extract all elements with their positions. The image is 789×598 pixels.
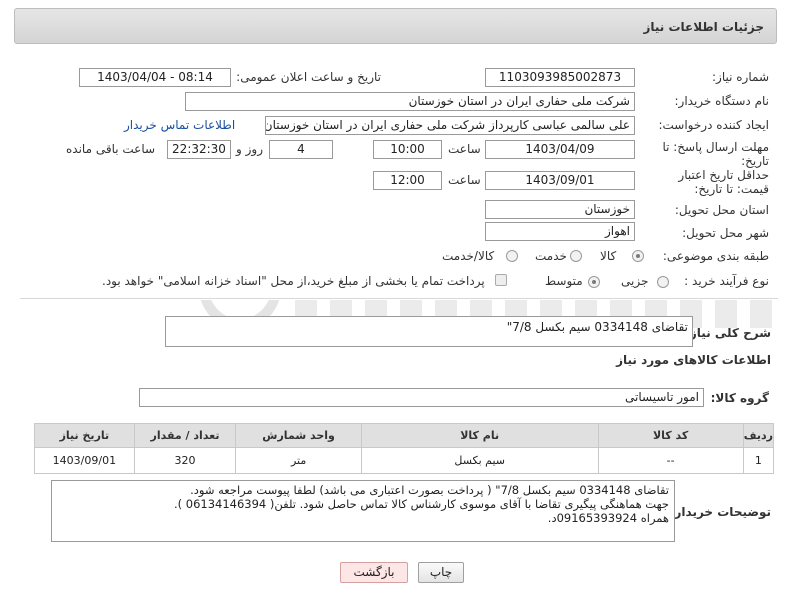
creator-field[interactable]: علی سالمی عباسی کارپرداز شرکت ملی حفاری … xyxy=(265,116,635,135)
city-label: شهر محل تحویل: xyxy=(682,226,769,240)
form-divider xyxy=(20,298,778,299)
category-service-radio[interactable] xyxy=(570,250,582,262)
reply-date-field[interactable]: 1403/04/09 xyxy=(485,140,635,159)
cell-row-number: 1 xyxy=(742,447,775,474)
page-title: جزئیات اطلاعات نیاز xyxy=(643,20,764,34)
process-minor-label: جزیی xyxy=(621,274,649,288)
announce-label: تاریخ و ساعت اعلان عمومی: xyxy=(236,70,381,84)
cell-need-date: 1403/09/01 xyxy=(34,447,135,474)
price-validity-date-field[interactable]: 1403/09/01 xyxy=(485,171,635,190)
buyer-notes-line: جهت هماهنگی پیگیری تقاضا با آقای موسوی ک… xyxy=(173,497,669,511)
treasury-payment-note: پرداخت تمام یا بخشی از مبلغ خرید،از محل … xyxy=(102,274,485,288)
process-label: نوع فرآیند خرید : xyxy=(684,274,769,288)
province-label: استان محل تحویل: xyxy=(674,203,769,217)
page-header: جزئیات اطلاعات نیاز xyxy=(14,8,777,44)
days-label: روز و xyxy=(236,142,263,156)
summary-field[interactable]: تقاضای 0334148 سیم بکسل 7/8" xyxy=(165,316,693,347)
table-row[interactable]: 1403/09/01 320 متر سیم بکسل -- 1 xyxy=(34,447,775,474)
back-button[interactable]: بازگشت xyxy=(340,562,408,583)
buyer-notes-label: توضیحات خریدار: xyxy=(669,505,771,519)
goods-group-field[interactable]: امور تاسیساتی xyxy=(139,388,704,407)
buyer-notes-field[interactable]: تقاضای 0334148 سیم بکسل 7/8" ( پرداخت بص… xyxy=(51,480,675,542)
price-validity-label: حداقل تاریخ اعتبار قیمت: تا تاریخ: xyxy=(678,168,769,196)
category-goods-radio[interactable] xyxy=(632,250,644,262)
need-number-field[interactable]: 1103093985002873 xyxy=(485,68,635,87)
cell-item-name: سیم بکسل xyxy=(360,447,599,474)
print-button[interactable]: چاپ xyxy=(418,562,464,583)
announce-datetime-field[interactable]: 1403/04/04 - 08:14 xyxy=(79,68,231,87)
buyer-notes-line: تقاضای 0334148 سیم بکسل 7/8" ( پرداخت بص… xyxy=(190,483,669,497)
time-remaining-label: ساعت باقی مانده xyxy=(66,142,156,156)
cell-unit: متر xyxy=(235,447,362,474)
category-goods-service-radio[interactable] xyxy=(506,250,518,262)
need-number-label: شماره نیاز: xyxy=(712,70,769,84)
process-medium-radio[interactable] xyxy=(588,276,600,288)
col-row-number: ردیف xyxy=(742,423,775,448)
goods-section-title: اطلاعات کالاهای مورد نیاز xyxy=(616,353,771,367)
summary-label: شرح کلی نیاز: xyxy=(685,326,771,340)
category-service-label: خدمت xyxy=(535,249,567,263)
category-goods-label: کالا xyxy=(600,249,617,263)
process-medium-label: متوسط xyxy=(545,274,583,288)
treasury-payment-checkbox[interactable] xyxy=(495,274,507,286)
col-item-code: کد کالا xyxy=(597,423,744,448)
goods-group-label: گروه کالا: xyxy=(710,391,769,405)
col-quantity: تعداد / مقدار xyxy=(133,423,237,448)
buyer-org-label: نام دستگاه خریدار: xyxy=(674,94,770,108)
reply-deadline-label: مهلت ارسال پاسخ: تا تاریخ: xyxy=(662,140,769,168)
city-field[interactable]: اهواز xyxy=(485,222,635,241)
creator-label: ایجاد کننده درخواست: xyxy=(658,118,769,132)
cell-item-code: -- xyxy=(597,447,744,474)
reply-time-field[interactable]: 10:00 xyxy=(373,140,442,159)
col-need-date: تاریخ نیاز xyxy=(34,423,135,448)
time-remaining-field[interactable]: 22:32:30 xyxy=(167,140,231,159)
buyer-contact-link[interactable]: اطلاعات تماس خریدار xyxy=(124,118,235,132)
province-field[interactable]: خوزستان xyxy=(485,200,635,219)
items-table: تاریخ نیاز تعداد / مقدار واحد شمارش نام … xyxy=(34,423,775,474)
category-label: طبقه بندی موضوعی: xyxy=(662,249,769,263)
category-goods-service-label: کالا/خدمت xyxy=(442,249,495,263)
process-minor-radio[interactable] xyxy=(657,276,669,288)
table-header-row: تاریخ نیاز تعداد / مقدار واحد شمارش نام … xyxy=(34,423,775,448)
buyer-notes-line: همراه 09165393924د. xyxy=(547,511,669,525)
price-time-label: ساعت xyxy=(448,173,481,187)
price-validity-time-field[interactable]: 12:00 xyxy=(373,171,442,190)
days-remaining-field[interactable]: 4 xyxy=(269,140,333,159)
col-unit: واحد شمارش xyxy=(235,423,362,448)
reply-time-label: ساعت xyxy=(448,142,481,156)
cell-quantity: 320 xyxy=(133,447,237,474)
buyer-org-field[interactable]: شرکت ملی حفاری ایران در استان خوزستان xyxy=(185,92,635,111)
col-item-name: نام کالا xyxy=(360,423,599,448)
